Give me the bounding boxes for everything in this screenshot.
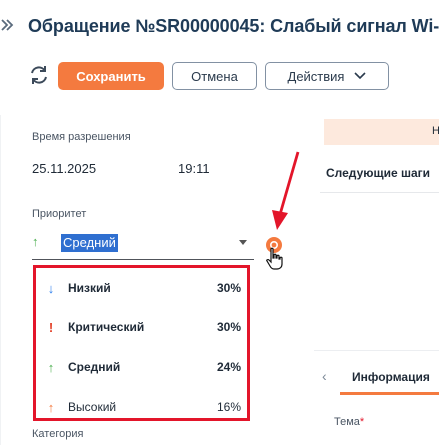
hand-cursor-icon: [265, 247, 285, 271]
actions-button[interactable]: Действия: [265, 62, 389, 90]
tab-information[interactable]: Информация: [352, 370, 430, 384]
right-tab-strip[interactable]: Н: [324, 119, 439, 145]
priority-label: Приоритет: [32, 208, 87, 220]
resolution-time-label: Время разрешения: [32, 131, 131, 143]
page-title: Обращение №SR00000045: Слабый сигнал Wi-…: [28, 16, 439, 36]
priority-select[interactable]: Средний: [61, 234, 118, 252]
priority-option-medium[interactable]: ↑ Средний 24%: [36, 348, 247, 386]
chevron-left-icon[interactable]: ‹: [322, 368, 327, 384]
caret-down-icon[interactable]: [239, 240, 247, 245]
annotation-arrow-icon: [268, 150, 304, 234]
exclamation-icon: !: [48, 319, 54, 335]
arrow-down-icon: ↓: [47, 280, 55, 296]
resolution-time-value[interactable]: 19:11: [178, 161, 210, 176]
next-steps-heading: Следующие шаги: [326, 166, 431, 180]
category-label: Категория: [32, 428, 84, 440]
priority-option-critical[interactable]: ! Критический 30%: [36, 308, 247, 346]
priority-underline: [32, 259, 254, 260]
arrow-up-icon: ↑: [47, 359, 55, 375]
resolution-date-value[interactable]: 25.11.2025: [32, 161, 96, 176]
priority-option-high[interactable]: ↑ Высокий 16%: [36, 388, 247, 426]
cancel-button[interactable]: Отмена: [172, 62, 257, 90]
active-tab-indicator: [340, 392, 439, 395]
right-tab-label: Н: [432, 125, 439, 137]
save-button[interactable]: Сохранить: [58, 62, 164, 90]
arrow-up-icon: ↑: [32, 234, 39, 249]
refresh-icon[interactable]: [28, 64, 50, 86]
theme-label: Тема*: [334, 416, 365, 428]
expand-panel-icon[interactable]: [0, 18, 16, 38]
arrow-up-icon: ↑: [47, 399, 55, 415]
chevron-down-icon: [354, 72, 367, 80]
divider: [320, 192, 439, 193]
panel-divider: [0, 115, 1, 445]
priority-option-low[interactable]: ↓ Низкий 30%: [36, 269, 247, 307]
priority-dropdown-list: ↓ Низкий 30% ! Критический 30% ↑ Средний…: [33, 265, 250, 421]
